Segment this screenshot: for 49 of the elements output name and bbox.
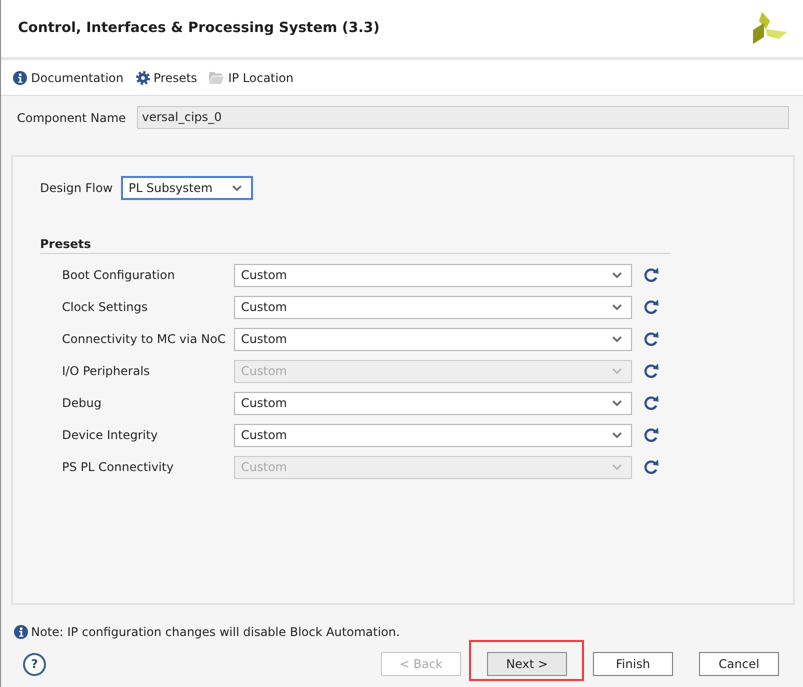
- dialog-button[interactable]: Cancel: [699, 652, 779, 676]
- chevron-down-icon: [612, 336, 622, 342]
- dropdown[interactable]: Custom: [234, 328, 632, 350]
- chevron-down-icon: [612, 368, 622, 374]
- refresh-icon[interactable]: [643, 427, 659, 443]
- refresh-icon[interactable]: [643, 395, 659, 411]
- dropdown[interactable]: PL Subsystem: [120, 176, 253, 200]
- dropdown: Custom: [234, 456, 632, 478]
- settings-icon: [136, 70, 150, 84]
- dropdown[interactable]: Custom: [234, 264, 632, 286]
- refresh-icon[interactable]: [643, 331, 659, 347]
- help-button[interactable]: ?: [23, 652, 46, 676]
- info-icon: [14, 625, 28, 639]
- dropdown[interactable]: Custom: [234, 424, 632, 446]
- field-label: Clock Settings: [62, 300, 149, 314]
- dialog-button: < Back: [381, 652, 461, 676]
- info-icon: [13, 70, 27, 84]
- logo-icon: [753, 12, 787, 44]
- dropdown: Custom: [234, 360, 632, 382]
- refresh-icon[interactable]: [643, 267, 659, 283]
- dropdown[interactable]: Custom: [234, 392, 632, 414]
- field-label: Design Flow: [40, 181, 113, 195]
- component-name-field[interactable]: versal_cips_0: [137, 106, 789, 129]
- refresh-icon[interactable]: [643, 299, 659, 315]
- chevron-down-icon: [612, 464, 622, 470]
- note-text: Note: IP configuration changes will disable Block Automation.: [31, 625, 400, 639]
- field-label: Device Integrity: [62, 428, 159, 442]
- section-heading: Presets: [40, 237, 670, 254]
- dropdown[interactable]: Custom: [234, 296, 632, 318]
- dialog-button[interactable]: Finish: [593, 652, 673, 676]
- chevron-down-icon: [612, 432, 622, 438]
- field-label: Boot Configuration: [62, 268, 176, 282]
- refresh-icon[interactable]: [643, 363, 659, 379]
- toolbar-button[interactable]: Presets: [136, 70, 198, 84]
- field-label: PS PL Connectivity: [62, 460, 175, 474]
- field-label: Debug: [62, 396, 102, 410]
- dialog-button[interactable]: Next >: [487, 652, 567, 676]
- chevron-down-icon: [232, 185, 242, 191]
- toolbar-button[interactable]: IP Location: [209, 70, 294, 84]
- chevron-down-icon: [612, 272, 622, 278]
- window-title: Control, Interfaces & Processing System (3.3): [18, 20, 380, 36]
- toolbar-button[interactable]: Documentation: [13, 70, 124, 84]
- field-label: Connectivity to MC via NoC: [62, 332, 227, 346]
- chevron-down-icon: [612, 400, 622, 406]
- refresh-icon[interactable]: [643, 459, 659, 475]
- field-label: I/O Peripherals: [62, 364, 151, 378]
- folder-icon: [209, 72, 224, 84]
- chevron-down-icon: [612, 304, 622, 310]
- field-label: Component Name: [17, 110, 127, 124]
